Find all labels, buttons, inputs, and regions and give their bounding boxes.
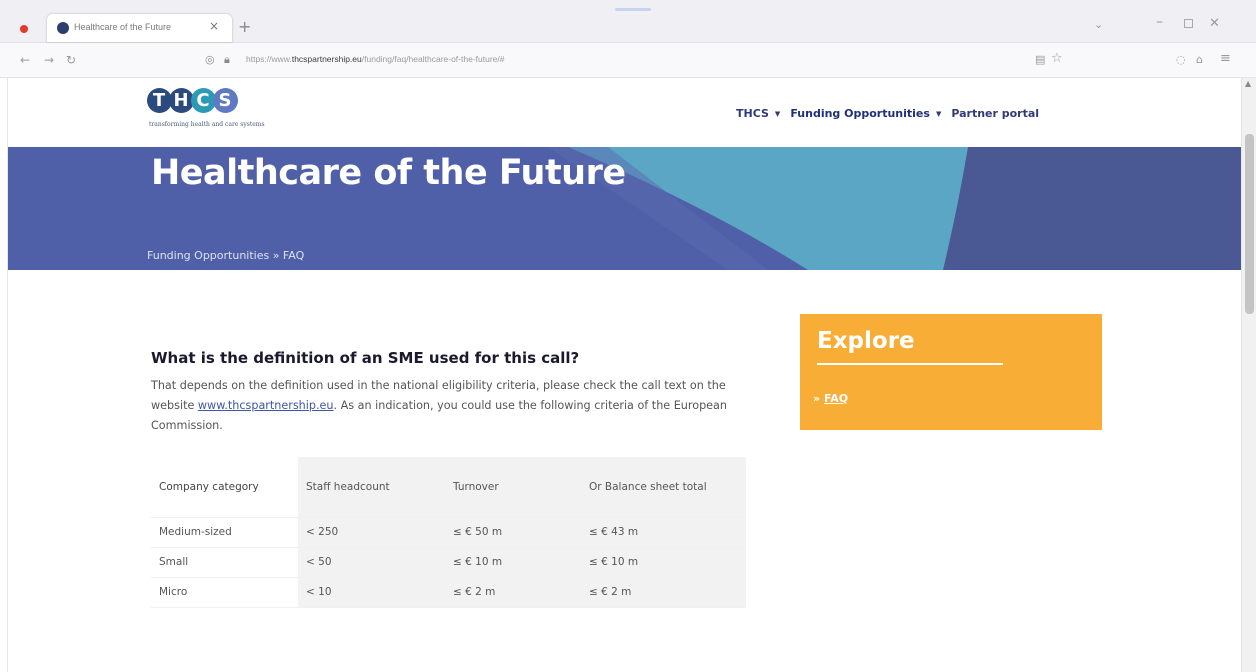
page-scrollbar[interactable]: ▲ xyxy=(1241,78,1256,672)
logo-mark: THCS xyxy=(147,83,238,113)
page-title: Healthcare of the Future xyxy=(151,153,626,193)
tracking-protection-icon[interactable]: ◎ xyxy=(205,53,215,66)
nav-item-partner-portal[interactable]: Partner portal xyxy=(951,107,1039,120)
chevron-down-icon: ▼ xyxy=(774,109,781,118)
nav-item-label: THCS xyxy=(736,107,769,120)
url-domain: thcspartnership.eu xyxy=(291,54,362,64)
logo-tagline: transforming health and care systems xyxy=(149,121,265,128)
explore-divider xyxy=(817,363,1003,365)
table-cell: ≤ € 43 m xyxy=(581,517,746,548)
table-row: Small < 50 ≤ € 10 m ≤ € 10 m xyxy=(151,547,746,578)
table-cell: ≤ € 50 m xyxy=(445,517,581,548)
explore-faq-link[interactable]: » FAQ xyxy=(813,392,848,405)
table-cell: Small xyxy=(151,547,298,578)
table-cell: Medium-sized xyxy=(151,517,298,548)
window-border xyxy=(0,78,8,672)
table-header-cell: Company category xyxy=(151,457,298,518)
table-cell: < 50 xyxy=(298,547,445,578)
table-cell: Micro xyxy=(151,577,298,608)
link-label: FAQ xyxy=(823,392,849,405)
site-favicon-icon xyxy=(57,22,69,34)
reload-icon[interactable]: ↻ xyxy=(66,53,76,67)
browser-navigation-bar: ← → ↻ ◎ 🔒︎ https://www.thcspartnership.e… xyxy=(0,43,1256,78)
hero-banner: Healthcare of the Future Funding Opportu… xyxy=(8,147,1241,270)
forward-arrow-icon[interactable]: → xyxy=(44,53,54,67)
table-cell: ≤ € 10 m xyxy=(445,547,581,578)
reader-view-icon[interactable]: ▤ xyxy=(1035,53,1045,66)
breadcrumb[interactable]: Funding Opportunities » FAQ xyxy=(147,249,304,262)
thcs-website-link[interactable]: www.thcspartnership.eu xyxy=(198,399,334,412)
faq-question: What is the definition of an SME used fo… xyxy=(151,349,580,367)
pocket-icon[interactable]: ◌ xyxy=(1176,53,1186,66)
browser-tab-bar: Healthcare of the Future × + ⌄ – ✕ xyxy=(0,0,1256,43)
address-bar[interactable]: https://www.thcspartnership.eu/funding/f… xyxy=(246,54,504,64)
firefox-view-icon[interactable] xyxy=(20,25,28,33)
explore-heading: Explore xyxy=(817,328,915,354)
url-path: /funding/faq/healthcare-of-the-future/# xyxy=(361,54,505,64)
page-viewport: THCS transforming health and care system… xyxy=(8,78,1241,672)
new-tab-button[interactable]: + xyxy=(238,17,251,36)
bookmark-star-icon[interactable]: ☆ xyxy=(1051,51,1063,66)
faq-article: What is the definition of an SME used fo… xyxy=(151,349,751,436)
table-header-row: Company category Staff headcount Turnove… xyxy=(151,457,746,518)
back-arrow-icon[interactable]: ← xyxy=(20,53,30,67)
list-all-tabs-icon[interactable]: ⌄ xyxy=(1094,18,1103,31)
table-header-cell: Staff headcount xyxy=(298,457,445,518)
table-cell: < 10 xyxy=(298,577,445,608)
minimize-window-icon[interactable]: – xyxy=(1156,14,1163,30)
nav-item-label: Funding Opportunities xyxy=(790,107,930,120)
chevron-down-icon: ▼ xyxy=(935,109,942,118)
scrollbar-thumb[interactable] xyxy=(1245,134,1254,314)
hamburger-menu-icon[interactable]: ≡ xyxy=(1220,51,1231,66)
table-header-cell: Or Balance sheet total xyxy=(581,457,746,518)
table-row: Medium-sized < 250 ≤ € 50 m ≤ € 43 m xyxy=(151,517,746,548)
maximize-window-icon[interactable] xyxy=(1184,19,1193,28)
url-prefix: https://www. xyxy=(246,54,292,64)
sme-criteria-table: Company category Staff headcount Turnove… xyxy=(151,457,746,608)
link-arrow: » xyxy=(813,392,824,405)
thcs-logo[interactable]: THCS transforming health and care system… xyxy=(147,83,277,143)
tab-close-icon[interactable]: × xyxy=(209,19,219,33)
tab-title: Healthcare of the Future xyxy=(74,22,172,32)
nav-item-thcs[interactable]: THCS ▼ xyxy=(736,107,790,120)
faq-answer: That depends on the definition used in t… xyxy=(151,376,751,436)
window-drag-indicator xyxy=(615,8,651,11)
nav-item-funding-opportunities[interactable]: Funding Opportunities ▼ xyxy=(790,107,951,120)
table-cell: ≤ € 10 m xyxy=(581,547,746,578)
table-cell: < 250 xyxy=(298,517,445,548)
table-cell: ≤ € 2 m xyxy=(581,577,746,608)
table-row: Micro < 10 ≤ € 2 m ≤ € 2 m xyxy=(151,577,746,608)
main-navigation: THCS ▼ Funding Opportunities ▼ Partner por… xyxy=(736,107,1039,120)
nav-item-label: Partner portal xyxy=(951,107,1040,120)
table-cell: ≤ € 2 m xyxy=(445,577,581,608)
lock-icon[interactable]: 🔒︎ xyxy=(224,53,230,67)
close-window-icon[interactable]: ✕ xyxy=(1209,16,1220,31)
extensions-icon[interactable]: ⌂ xyxy=(1196,53,1203,66)
scroll-up-arrow-icon[interactable]: ▲ xyxy=(1245,79,1251,88)
browser-tab[interactable]: Healthcare of the Future × xyxy=(47,14,232,42)
explore-sidebar-box: Explore » FAQ xyxy=(800,314,1102,430)
table-header-cell: Turnover xyxy=(445,457,581,518)
